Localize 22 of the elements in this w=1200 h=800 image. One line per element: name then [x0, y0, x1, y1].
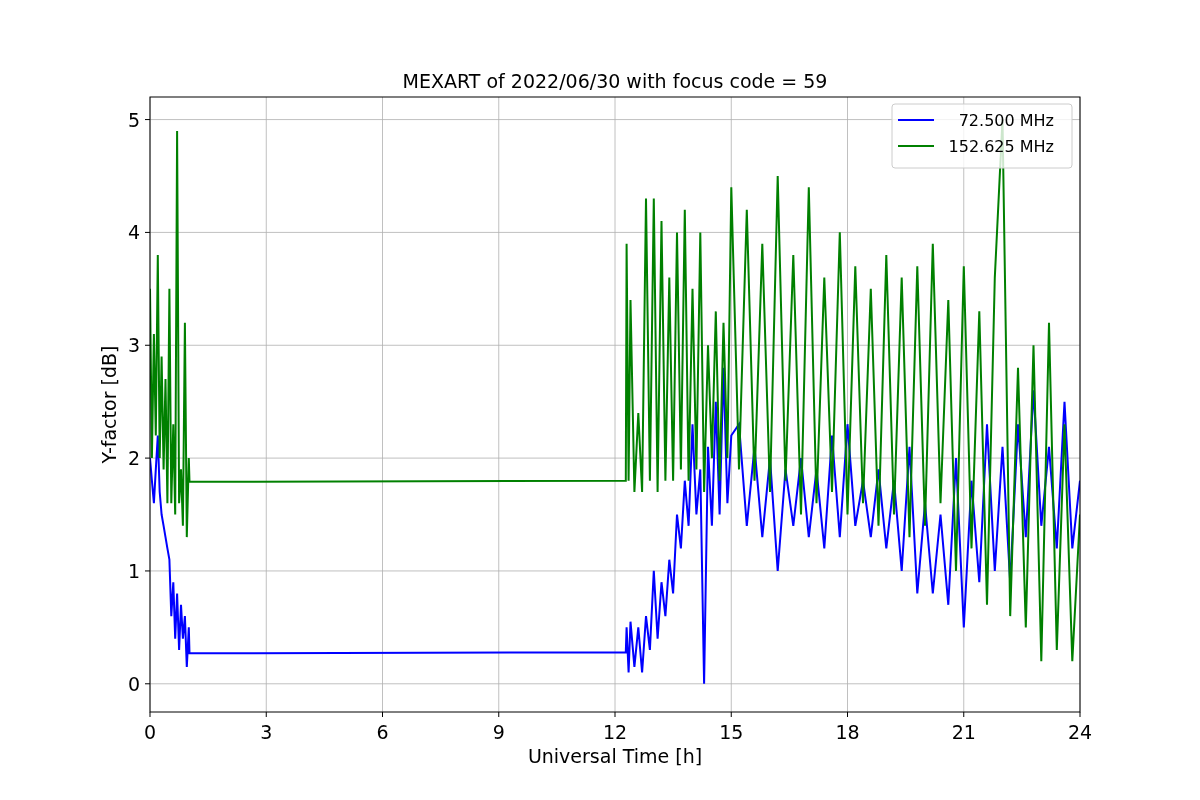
tick-label: 21	[951, 721, 976, 743]
tick-label: 3	[127, 334, 140, 357]
y-axis-label: Y-factor [dB]	[98, 345, 120, 464]
tick-label: 0	[127, 672, 140, 695]
tick-label: 2	[127, 447, 140, 470]
chart-title: MEXART of 2022/06/30 with focus code = 59	[402, 70, 828, 92]
legend-line	[897, 119, 935, 121]
legend-label: 72.500 MHz	[958, 111, 1054, 130]
tick-label: 3	[260, 721, 273, 743]
tick-label: 0	[143, 721, 157, 743]
tick-label: 9	[492, 721, 505, 743]
tick-label: 24	[1067, 721, 1093, 743]
tick-label: 4	[127, 221, 140, 244]
tick-label: 1	[127, 559, 140, 582]
tick-label: 5	[127, 108, 140, 131]
x-axis-label: Universal Time [h]	[527, 745, 703, 767]
legend-line	[897, 145, 935, 147]
tick-label: 6	[376, 721, 389, 743]
legend-label: 152.625 MHz	[948, 137, 1054, 156]
tick-label: 18	[835, 721, 860, 743]
tick-label: 15	[719, 721, 744, 743]
tick-label: 12	[602, 721, 628, 743]
